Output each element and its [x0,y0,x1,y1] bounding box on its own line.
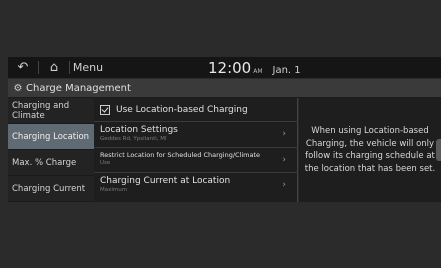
charging-current-value: Maximum [100,187,128,193]
home-icon[interactable]: ⌂ [39,57,69,78]
bottom-bezel [0,202,441,268]
clock-time: 12:00 [208,59,252,77]
chevron-right-icon: › [282,155,286,165]
charging-current-title: Charging Current at Location [100,176,231,186]
charging-current-at-location-item[interactable]: Charging Current at Location Maximum › [94,173,298,202]
clock-ampm: AM [253,68,263,75]
restrict-location-item[interactable]: Restrict Location for Scheduled Charging… [94,148,298,173]
checkbox-checked-icon[interactable] [100,104,110,115]
sidebar-item-charging-current[interactable]: Charging Current [8,176,94,202]
use-location-charging-checkbox[interactable]: Use Location-based Charging [94,98,298,122]
page-title: Charge Management [26,82,131,94]
location-settings-item[interactable]: Location Settings Geddes Rd, Ypsilanti, … [94,122,298,148]
clock-date: Jan. 1 [272,65,301,76]
back-icon[interactable]: ↶ [8,57,38,78]
infotainment-screen: ↶ ⌂ Menu 12:00 AM Jan. 1 ⚙ Charge Manage… [0,0,441,268]
sidebar-item-charging-and-climate[interactable]: Charging and Climate [8,98,94,124]
settings-list: Use Location-based Charging Location Set… [94,98,298,202]
status-bar: ↶ ⌂ Menu 12:00 AM Jan. 1 [8,57,441,78]
chevron-right-icon: › [282,180,286,190]
location-settings-value: Geddes Rd, Ypsilanti, MI [100,136,167,142]
info-text: When using Location-based Charging, the … [304,126,436,174]
sidebar-item-max-charge[interactable]: Max. % Charge [8,150,94,176]
gear-icon: ⚙ [13,82,23,94]
location-settings-title: Location Settings [100,125,178,135]
menu-button[interactable]: Menu [70,57,106,78]
top-bezel [0,0,441,55]
left-strip [0,55,8,202]
side-panel-handle[interactable] [436,139,441,161]
sidebar: Charging and Climate Charging Location M… [8,98,94,202]
checkbox-label: Use Location-based Charging [116,104,248,115]
restrict-location-title: Restrict Location for Scheduled Charging… [100,151,261,159]
title-bar: ⚙ Charge Management [8,79,441,98]
chevron-right-icon: › [282,129,286,139]
restrict-location-value: Use [100,160,111,166]
sidebar-item-charging-location[interactable]: Charging Location [8,124,94,150]
info-panel: When using Location-based Charging, the … [299,98,441,202]
clock: 12:00 AM Jan. 1 [208,57,301,78]
